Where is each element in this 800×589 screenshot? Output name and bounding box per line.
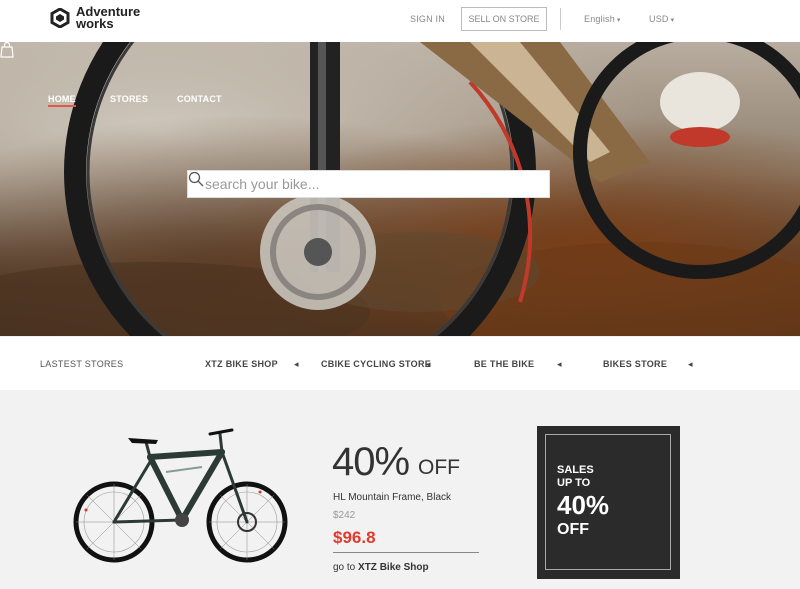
nav-home[interactable]: HOME: [48, 94, 76, 107]
chevron-down-icon: ▾: [616, 17, 621, 24]
chevron-down-icon: ▾: [670, 17, 675, 24]
sign-in-link[interactable]: SIGN IN: [410, 14, 445, 24]
latest-stores-label: LASTEST STORES: [40, 359, 124, 369]
language-selector[interactable]: English ▾: [584, 14, 621, 24]
store-link[interactable]: BIKES STORE: [603, 359, 667, 369]
currency-selector[interactable]: USD ▾: [649, 14, 674, 24]
discount-percent: 40%: [332, 440, 410, 484]
arrow-icon: ◂: [426, 359, 431, 369]
original-price: $242: [333, 510, 356, 521]
latest-stores-strip: LASTEST STORES XTZ BIKE SHOP ◂ CBIKE CYC…: [0, 336, 800, 390]
arrow-icon: ◂: [557, 359, 562, 369]
brand-logo[interactable]: Adventure works: [50, 5, 140, 31]
topbar-divider: [560, 8, 561, 30]
store-link[interactable]: BE THE BIKE: [474, 359, 534, 369]
price-divider: [333, 552, 479, 553]
sales-line-1: SALES: [557, 464, 594, 476]
discount-off-label: OFF: [418, 456, 460, 479]
top-bar: Adventure works SIGN IN SELL ON STORE En…: [0, 0, 800, 42]
product-name[interactable]: HL Mountain Frame, Black: [333, 492, 451, 503]
language-label: English: [584, 14, 615, 24]
mountain-bike-image[interactable]: [72, 422, 292, 567]
nav-stores[interactable]: STORES: [110, 94, 148, 104]
sales-line-2: UP TO: [557, 477, 591, 489]
arrow-icon: ◂: [294, 359, 299, 369]
shopping-bag-icon[interactable]: [0, 42, 14, 58]
main-nav: HOME STORES CONTACT: [0, 94, 800, 108]
sell-on-store-label: SELL ON STORE: [468, 14, 540, 24]
nav-contact[interactable]: CONTACT: [177, 94, 222, 104]
sales-banner[interactable]: SALES UP TO 40% OFF: [537, 426, 680, 579]
store-link[interactable]: XTZ BIKE SHOP: [205, 359, 278, 369]
brand-line-2: works: [76, 16, 114, 31]
go-to-store-link[interactable]: go to XTZ Bike Shop: [333, 562, 429, 573]
search-bar: [187, 170, 550, 198]
logo-mark-icon: [50, 8, 70, 28]
sales-percent: 40%: [557, 490, 610, 520]
go-to-prefix: go to: [333, 562, 356, 573]
promo-section: 40% OFF HL Mountain Frame, Black $242 $9…: [0, 390, 800, 589]
currency-label: USD: [649, 14, 669, 24]
store-link[interactable]: CBIKE CYCLING STORE: [321, 359, 431, 369]
sales-off: OFF: [557, 521, 589, 538]
go-to-store-name: XTZ Bike Shop: [358, 562, 429, 573]
sale-price: $96.8: [333, 528, 376, 547]
arrow-icon: ◂: [688, 359, 693, 369]
hero-banner: HOME STORES CONTACT: [0, 42, 800, 336]
brand-name: Adventure works: [76, 5, 140, 31]
search-icon[interactable]: [188, 171, 204, 187]
search-input[interactable]: [188, 171, 518, 197]
sell-on-store-button[interactable]: SELL ON STORE: [461, 7, 547, 31]
